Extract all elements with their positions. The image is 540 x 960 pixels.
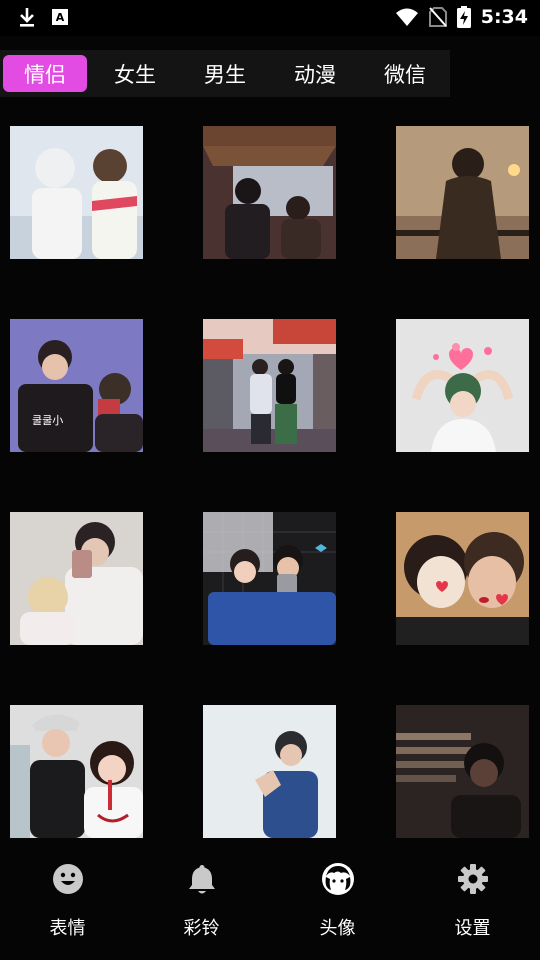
avatar-thumbnail[interactable] bbox=[203, 512, 336, 645]
avatar-face-icon bbox=[321, 862, 355, 896]
shirt-text: 쿨쿨小 bbox=[32, 414, 63, 427]
nav-label: 表情 bbox=[49, 918, 86, 939]
nav-item-stickers[interactable]: 表情 bbox=[0, 862, 135, 952]
battery-charging-icon bbox=[456, 6, 471, 28]
avatar-thumbnail[interactable] bbox=[396, 319, 529, 452]
avatar-grid: 쿨쿨小 bbox=[0, 97, 540, 849]
tab-girls[interactable]: 女生 bbox=[93, 55, 177, 92]
nav-label: 彩铃 bbox=[183, 918, 220, 939]
avatar-thumbnail[interactable] bbox=[10, 512, 143, 645]
tab-boys[interactable]: 男生 bbox=[183, 55, 267, 92]
avatar-thumbnail[interactable] bbox=[203, 319, 336, 452]
category-tab-bar: 情侣 女生 男生 动漫 微信 bbox=[0, 50, 450, 97]
nav-item-ringtones[interactable]: 彩铃 bbox=[134, 862, 269, 952]
nav-item-avatars[interactable]: 头像 bbox=[270, 862, 405, 952]
avatar-thumbnail[interactable] bbox=[203, 705, 336, 838]
no-sim-icon bbox=[428, 7, 447, 27]
avatar-thumbnail[interactable] bbox=[10, 126, 143, 259]
avatar-thumbnail[interactable] bbox=[396, 705, 529, 838]
wifi-icon bbox=[395, 8, 418, 26]
avatar-thumbnail[interactable] bbox=[396, 512, 529, 645]
smiley-icon bbox=[51, 862, 85, 896]
text-badge-icon: A bbox=[52, 9, 68, 25]
nav-label: 设置 bbox=[454, 918, 491, 939]
nav-item-settings[interactable]: 设置 bbox=[405, 862, 540, 952]
tab-couple[interactable]: 情侣 bbox=[3, 55, 87, 92]
nav-label: 头像 bbox=[319, 918, 356, 939]
avatar-thumbnail[interactable] bbox=[396, 126, 529, 259]
avatar-thumbnail[interactable] bbox=[203, 126, 336, 259]
bottom-navigation: 表情 彩铃 头像 设置 bbox=[0, 850, 540, 960]
tab-wechat[interactable]: 微信 bbox=[363, 55, 447, 92]
status-time: 5:34 bbox=[480, 6, 528, 28]
gear-icon bbox=[456, 862, 490, 896]
status-bar: A 5:34 bbox=[0, 0, 540, 36]
tab-anime[interactable]: 动漫 bbox=[273, 55, 357, 92]
avatar-thumbnail[interactable] bbox=[10, 705, 143, 838]
avatar-thumbnail[interactable]: 쿨쿨小 bbox=[10, 319, 143, 452]
download-icon bbox=[20, 8, 34, 27]
bell-icon bbox=[185, 862, 219, 896]
